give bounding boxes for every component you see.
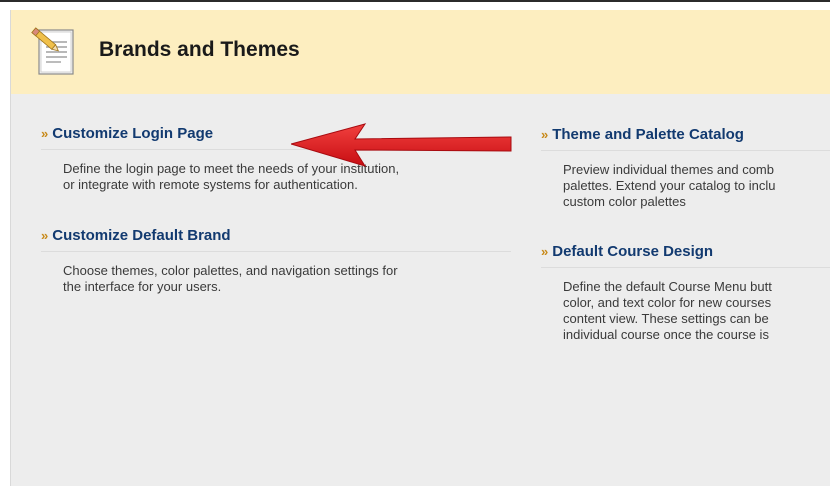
section-description: Choose themes, color palettes, and navig… [63,263,398,294]
default-course-design-link[interactable]: Default Course Design [552,243,713,260]
top-rule [0,0,830,2]
chevron-icon: » [541,244,549,259]
theme-palette-catalog-link[interactable]: Theme and Palette Catalog [552,126,744,143]
chevron-icon: » [541,127,549,142]
section-header: » Customize Default Brand [41,227,511,252]
section-description: Define the default Course Menu butt colo… [563,279,772,342]
page-title: Brands and Themes [99,38,300,61]
document-pencil-icon [31,27,74,75]
red-arrow-icon [291,123,512,167]
section-description: Preview individual themes and comb palet… [563,162,776,209]
customize-default-brand-link[interactable]: Customize Default Brand [52,227,230,244]
section-header: » Theme and Palette Catalog [541,126,830,151]
customize-login-page-link[interactable]: Customize Login Page [52,125,213,142]
chevron-icon: » [41,126,49,141]
chevron-icon: » [41,228,49,243]
panel-header: Brands and Themes [11,10,830,94]
section-header: » Default Course Design [541,243,830,268]
brands-themes-panel: Brands and Themes » Customize Login Page … [10,10,830,486]
